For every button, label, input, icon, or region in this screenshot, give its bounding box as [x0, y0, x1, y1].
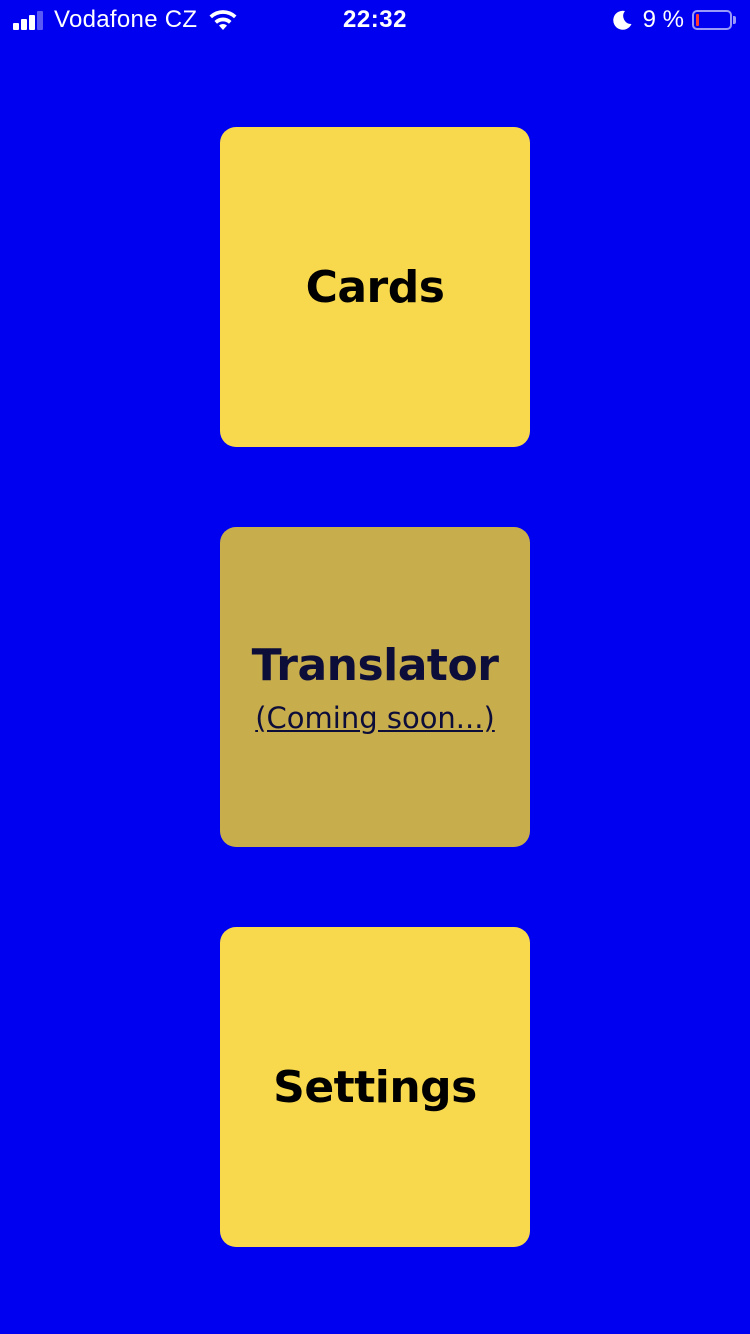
battery-fill [696, 14, 699, 26]
status-bar: Vodafone CZ 22:32 9 % [0, 0, 750, 40]
cards-button[interactable]: Cards [220, 127, 530, 447]
translator-button[interactable]: Translator (Coming soon...) [220, 527, 530, 847]
moon-icon [612, 10, 632, 30]
status-right: 9 % [611, 6, 736, 34]
battery-percent: 9 % [642, 6, 684, 33]
coming-soon-note: (Coming soon...) [255, 700, 495, 735]
translator-label: Translator [251, 639, 499, 691]
settings-label: Settings [273, 1061, 477, 1113]
battery-tip [733, 16, 736, 24]
settings-button[interactable]: Settings [220, 927, 530, 1247]
cards-label: Cards [305, 261, 445, 313]
battery-icon [692, 10, 732, 30]
